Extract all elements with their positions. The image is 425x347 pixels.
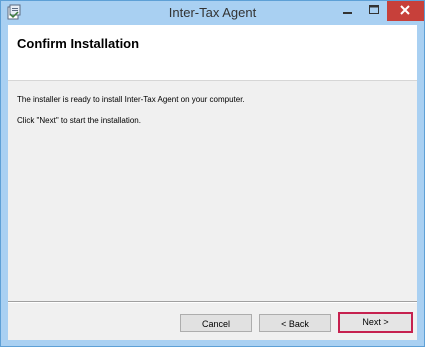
next-button[interactable]: Next > (338, 312, 413, 333)
ready-message: The installer is ready to install Inter-… (17, 95, 245, 104)
maximize-button[interactable] (361, 1, 387, 21)
installer-window: Inter-Tax Agent Confirm Installation The… (0, 0, 425, 347)
instruction-message: Click "Next" to start the installation. (17, 116, 141, 125)
back-button[interactable]: < Back (259, 314, 331, 332)
minimize-icon (343, 12, 352, 14)
page-title: Confirm Installation (17, 36, 140, 51)
cancel-button[interactable]: Cancel (180, 314, 252, 332)
footer-divider (8, 301, 417, 303)
close-icon (400, 5, 410, 15)
header-panel: Confirm Installation (8, 25, 417, 81)
minimize-button[interactable] (335, 1, 361, 21)
title-bar[interactable]: Inter-Tax Agent (1, 1, 424, 25)
dialog-content: Confirm Installation The installer is re… (8, 25, 417, 340)
close-button[interactable] (387, 1, 424, 21)
maximize-icon (369, 5, 379, 14)
